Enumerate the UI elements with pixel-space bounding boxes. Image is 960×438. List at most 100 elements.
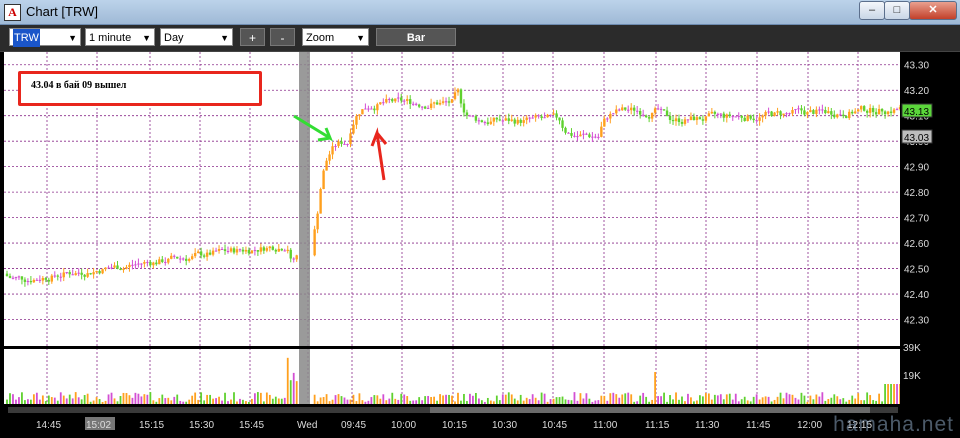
volume-bar [669, 395, 671, 404]
price-bar [886, 111, 890, 115]
volume-bar [863, 400, 866, 404]
price-bar [328, 154, 331, 161]
panel-divider [4, 346, 900, 349]
price-bar [190, 256, 194, 260]
volume-bar [50, 397, 53, 404]
volume-bar [839, 399, 842, 404]
volume-bar [466, 401, 468, 404]
price-bar [737, 115, 740, 117]
volume-bar [448, 394, 450, 404]
volume-bar [615, 394, 618, 404]
time-tick-label: 12:00 [797, 420, 822, 431]
price-bar [56, 275, 59, 277]
volume-bar [842, 398, 845, 404]
volume-bar [513, 398, 516, 404]
volume-bar [271, 398, 274, 404]
volume-bar [845, 401, 848, 404]
volume-bar [221, 400, 223, 404]
volume-bar [591, 401, 594, 404]
volume-bar [480, 400, 483, 404]
volume-bar [56, 400, 59, 404]
volume-bar [140, 396, 143, 404]
price-bar [677, 118, 681, 122]
price-bar [519, 119, 522, 123]
volume-bar [415, 400, 418, 404]
volume-bar [80, 399, 83, 404]
volume-bar [137, 393, 140, 404]
price-bar [845, 116, 848, 119]
volume-bar [806, 401, 809, 404]
volume-bar [785, 392, 788, 404]
volume-bar [406, 396, 409, 404]
volume-bar [710, 399, 713, 404]
volume-bar [439, 394, 441, 404]
price-bar [725, 114, 728, 118]
price-bar [140, 263, 143, 265]
volume-bar [373, 395, 376, 404]
volume-bar [627, 392, 630, 404]
volume-bar [355, 401, 358, 404]
volume-bar [451, 395, 453, 404]
price-bar [441, 101, 445, 103]
price-bar [573, 135, 576, 137]
volume-bar [53, 397, 56, 404]
price-bar [803, 110, 806, 115]
price-bar [83, 274, 86, 277]
price-bar [313, 229, 316, 256]
price-bar [465, 112, 469, 116]
volume-bar [286, 357, 289, 404]
time-tick-label: 11:45 [746, 420, 771, 431]
volume-bar [239, 398, 241, 404]
volume-bar [155, 401, 158, 404]
volume-bar [9, 393, 11, 404]
price-bar [546, 114, 549, 118]
price-tick-label: 42.30 [904, 316, 929, 327]
volume-bar [122, 392, 125, 404]
volume-bar [292, 372, 295, 404]
price-bar [770, 111, 773, 116]
price-bar [591, 136, 594, 138]
volume-bar [89, 401, 92, 404]
volume-bar [558, 397, 561, 404]
price-bar [435, 102, 439, 105]
price-bar [722, 113, 725, 118]
time-tick-label: 15:15 [139, 420, 164, 431]
price-bar [588, 134, 591, 138]
price-bar [164, 261, 167, 263]
price-bar [232, 248, 236, 253]
price-bar [226, 251, 230, 253]
chart-canvas[interactable]: 43.3043.2043.1043.0042.9042.8042.7042.60… [0, 0, 960, 438]
time-tick-label: 11:00 [593, 420, 618, 431]
price-bar [880, 108, 884, 112]
price-bar [149, 261, 152, 266]
volume-bar [274, 396, 277, 404]
volume-bar [176, 394, 179, 404]
price-bar [818, 109, 821, 111]
price-bar [492, 117, 496, 122]
price-bar [615, 109, 618, 114]
price-bar [113, 265, 116, 268]
price-bar [134, 264, 137, 266]
volume-bar [68, 394, 71, 404]
volume-bar [690, 397, 692, 404]
volume-bar [734, 393, 737, 404]
volume-bar [209, 394, 211, 404]
price-bar [865, 110, 869, 113]
price-bar [429, 103, 433, 108]
price-bar [343, 143, 346, 145]
price-bar [558, 117, 561, 121]
volume-bar [253, 393, 256, 404]
price-bar [340, 141, 343, 144]
price-bar [683, 119, 687, 124]
price-bar [426, 107, 430, 109]
price-bar [779, 111, 782, 116]
volume-bar [194, 392, 197, 404]
price-bar [62, 272, 65, 278]
volume-bar [678, 399, 680, 404]
price-bar [812, 110, 815, 114]
price-bar [74, 273, 77, 276]
price-bar [734, 116, 737, 118]
volume-bar [573, 392, 576, 404]
price-bar [659, 108, 663, 110]
volume-bar [719, 394, 722, 404]
